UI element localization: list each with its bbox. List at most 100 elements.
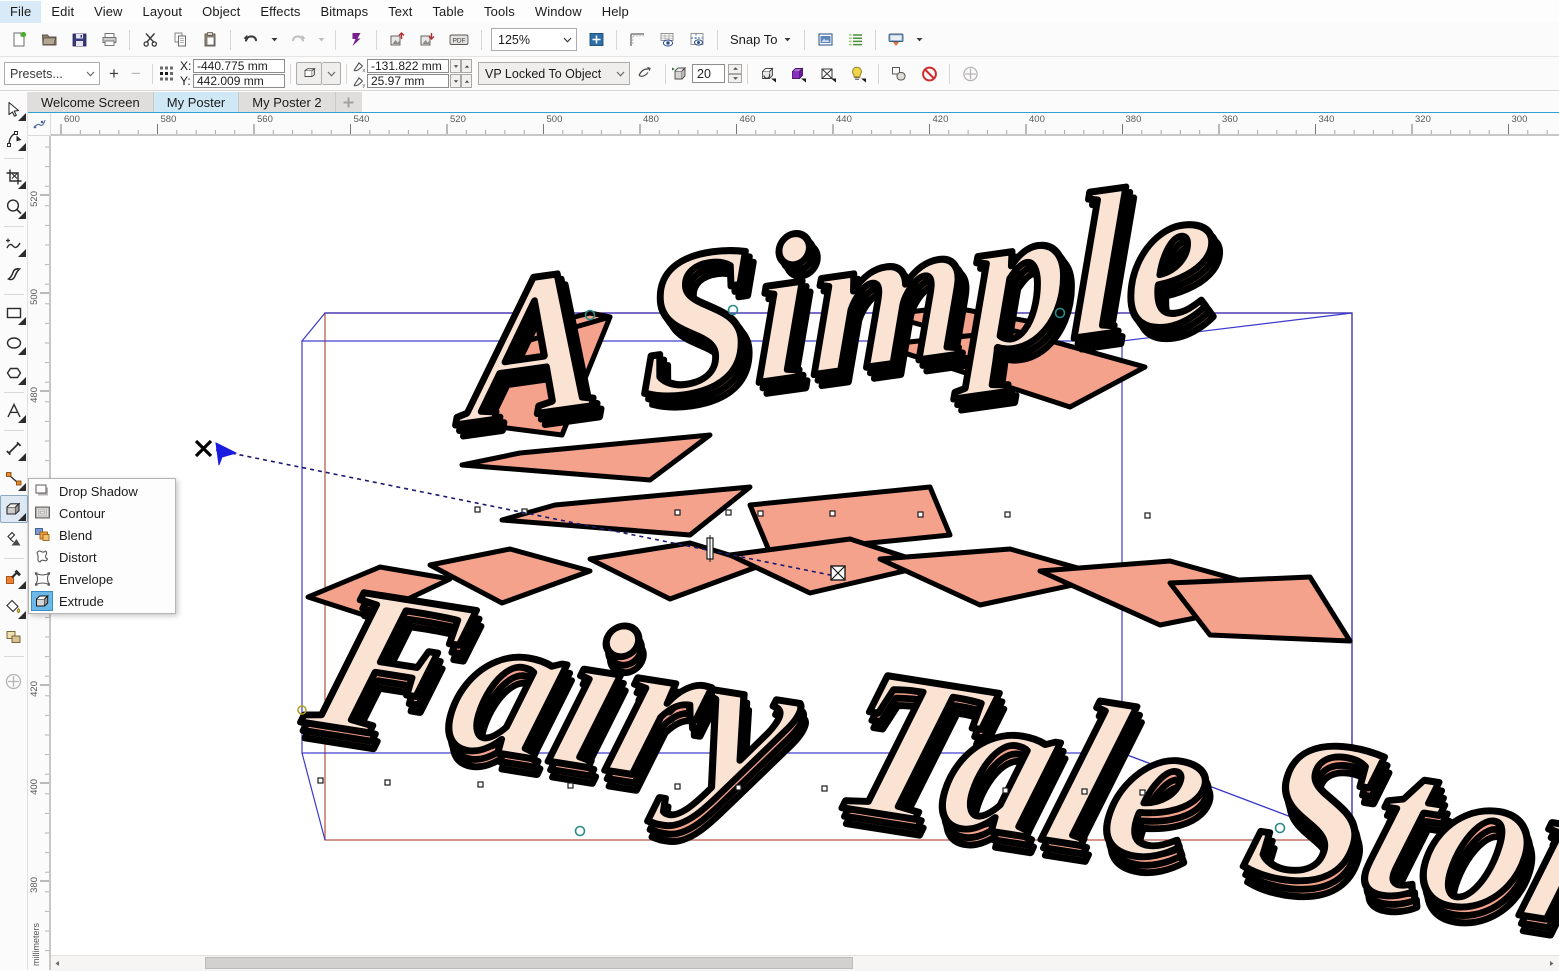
snap-to-button[interactable]: Snap To — [723, 29, 799, 51]
corel-connect-button[interactable] — [342, 26, 370, 54]
tool-flyout-arrow-icon[interactable] — [17, 483, 26, 491]
tool-ellipse[interactable] — [0, 329, 28, 357]
blue-arrow-handle-icon[interactable] — [215, 442, 238, 466]
text-wrap-button[interactable] — [885, 60, 913, 88]
extrusion-type-dropdown-button[interactable] — [322, 62, 341, 85]
extrude-color-button[interactable] — [784, 60, 812, 88]
tool-crop[interactable] — [0, 163, 28, 191]
import-button[interactable] — [383, 26, 411, 54]
tool-flyout-arrow-icon[interactable] — [17, 347, 26, 355]
tool-flyout-arrow-icon[interactable] — [17, 581, 26, 589]
doc-tab-my-poster[interactable]: My Poster — [153, 92, 240, 112]
flyout-item-distort[interactable]: Distort — [29, 546, 175, 568]
flyout-item-extrude[interactable]: Extrude — [29, 590, 175, 612]
y-coordinate-field[interactable]: 442.009 mm — [193, 74, 285, 88]
spinner-down-icon[interactable] — [728, 73, 742, 83]
zoom-level-combobox[interactable]: 125% — [491, 28, 577, 51]
menu-edit[interactable]: Edit — [41, 1, 84, 23]
tool-artistic-media[interactable] — [0, 261, 28, 289]
tool-dimension[interactable] — [0, 435, 28, 463]
paste-button[interactable] — [196, 26, 224, 54]
spinner-up-icon[interactable] — [728, 64, 742, 74]
doc-tab-welcome-screen[interactable]: Welcome Screen — [28, 92, 154, 112]
vanishing-point-mode-combobox[interactable]: VP Locked To Object — [478, 62, 630, 85]
flyout-item-drop-shadow[interactable]: Drop Shadow — [29, 480, 175, 502]
vanishing-point-x-marker[interactable] — [194, 439, 213, 458]
tool-flyout-arrow-icon[interactable] — [17, 611, 26, 619]
horizontal-scrollbar[interactable] — [50, 955, 1559, 971]
chevron-down-icon[interactable] — [82, 68, 99, 79]
menu-tools[interactable]: Tools — [474, 1, 525, 23]
x-coordinate-field[interactable]: -440.775 mm — [193, 59, 285, 73]
menu-layout[interactable]: Layout — [133, 1, 193, 23]
publish-to-pdf-button[interactable]: PDF — [443, 26, 475, 54]
extrude-lighting-button[interactable] — [844, 60, 872, 88]
extrusion-type-button[interactable] — [296, 62, 322, 85]
object-origin-grid-icon[interactable] — [158, 64, 176, 84]
scroll-left-button[interactable] — [50, 956, 65, 970]
menu-effects[interactable]: Effects — [250, 1, 310, 23]
tool-flyout-arrow-icon[interactable] — [17, 453, 26, 461]
extrusion-depth-field[interactable]: 20 — [692, 64, 725, 83]
tool-transparency[interactable] — [0, 525, 28, 553]
extrude-bevels-button[interactable] — [814, 60, 842, 88]
show-grid-button[interactable] — [653, 26, 681, 54]
tool-polygon[interactable] — [0, 359, 28, 387]
horizontal-ruler[interactable]: 600 580 560 540 520 500 480 460 440 420 400 380 360 3… — [50, 113, 1559, 136]
show-guides-button[interactable] — [683, 26, 711, 54]
flyout-item-blend[interactable]: Blend — [29, 524, 175, 546]
page-layout-button[interactable] — [882, 26, 910, 54]
add-document-tab-button[interactable] — [335, 92, 362, 112]
tool-smart-fill[interactable] — [0, 623, 28, 651]
tool-flyout-arrow-icon[interactable] — [17, 249, 26, 257]
effects-tool-flyout[interactable]: Drop Shadow Contour Blend Distort Envelo… — [28, 478, 176, 614]
tool-text[interactable] — [0, 397, 28, 425]
redo-dropdown-button[interactable] — [314, 26, 329, 54]
spinner-up-icon[interactable] — [461, 59, 472, 73]
tool-flyout-arrow-icon[interactable] — [17, 377, 26, 385]
drawing-canvas[interactable]: .face{fill:#FBE3D4;stroke:#000;stroke-wi… — [50, 135, 1559, 955]
menu-file[interactable]: File — [0, 0, 42, 23]
menu-view[interactable]: View — [84, 1, 132, 23]
remove-preset-button[interactable]: − — [125, 63, 147, 85]
artwork-line-2[interactable]: Fairy Tale Story Fairy Tale Story Fairy … — [282, 536, 1559, 955]
copy-extrude-properties-button[interactable] — [631, 60, 659, 88]
presets-combobox[interactable]: Presets... — [4, 62, 100, 85]
undo-dropdown-button[interactable] — [267, 26, 282, 54]
flyout-item-contour[interactable]: Contour — [29, 502, 175, 524]
no-outline-button[interactable] — [915, 60, 943, 88]
menu-window[interactable]: Window — [525, 1, 592, 23]
tool-flyout-arrow-icon[interactable] — [17, 113, 26, 121]
tool-color-eyedropper[interactable] — [0, 563, 28, 591]
page-layout-dropdown-button[interactable] — [912, 26, 927, 54]
tool-zoom[interactable] — [0, 193, 28, 221]
vanishing-point-y-spinner[interactable] — [450, 74, 472, 88]
extrusion-depth-spinner[interactable] — [728, 64, 742, 83]
show-rulers-button[interactable] — [623, 26, 651, 54]
vanishing-point-x-spinner[interactable] — [450, 59, 472, 73]
tool-freehand[interactable] — [0, 231, 28, 259]
export-button[interactable] — [413, 26, 441, 54]
tool-flyout-arrow-icon[interactable] — [17, 211, 26, 219]
options-button[interactable] — [811, 26, 839, 54]
spinner-down-icon[interactable] — [450, 74, 461, 88]
vanishing-point-x-field[interactable]: -131.822 mm — [367, 59, 449, 73]
spinner-down-icon[interactable] — [450, 59, 461, 73]
flyout-item-envelope[interactable]: Envelope — [29, 568, 175, 590]
doc-tab-my-poster-2[interactable]: My Poster 2 — [239, 92, 336, 112]
new-document-button[interactable] — [5, 26, 33, 54]
tool-extrude[interactable] — [0, 495, 28, 523]
tool-rectangle[interactable] — [0, 299, 28, 327]
edit-across-layers-button[interactable] — [956, 60, 984, 88]
spinner-up-icon[interactable] — [461, 74, 472, 88]
tool-flyout-arrow-icon[interactable] — [17, 415, 26, 423]
full-screen-preview-button[interactable] — [582, 26, 610, 54]
undo-button[interactable] — [237, 26, 265, 54]
scroll-right-button[interactable] — [1544, 956, 1559, 970]
copy-button[interactable] — [166, 26, 194, 54]
tool-flyout-arrow-icon[interactable] — [17, 143, 26, 151]
horizontal-scroll-thumb[interactable] — [205, 957, 853, 969]
tool-pick[interactable] — [0, 95, 28, 123]
open-document-button[interactable] — [35, 26, 63, 54]
object-properties-button[interactable] — [841, 26, 869, 54]
